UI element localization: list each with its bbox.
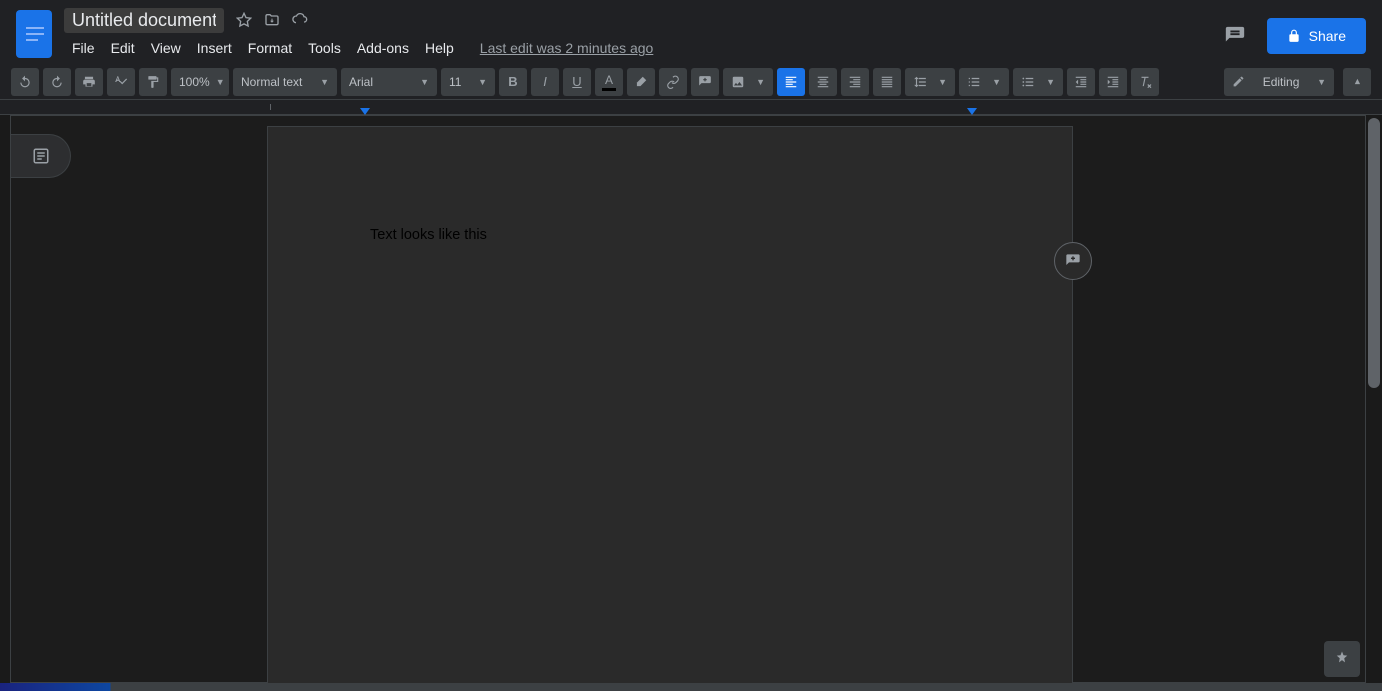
align-justify-button[interactable]	[873, 68, 901, 96]
document-body-text[interactable]: Text looks like this	[370, 227, 487, 243]
bulleted-list-button[interactable]: ▼	[1013, 68, 1063, 96]
document-outline-toggle[interactable]	[11, 134, 71, 178]
chevron-down-icon: ▼	[938, 77, 947, 87]
menu-insert[interactable]: Insert	[189, 36, 240, 60]
font-value: Arial	[349, 75, 373, 89]
os-taskbar[interactable]	[0, 683, 1382, 691]
last-edit-link[interactable]: Last edit was 2 minutes ago	[480, 40, 654, 56]
line-spacing-button[interactable]: ▼	[905, 68, 955, 96]
undo-button[interactable]	[11, 68, 39, 96]
redo-button[interactable]	[43, 68, 71, 96]
underline-button[interactable]: U	[563, 68, 591, 96]
toolbar: 100%▼ Normal text▼ Arial▼ 11▼ B I U A ▼ …	[0, 64, 1382, 100]
right-indent-marker[interactable]	[967, 108, 977, 115]
highlight-button[interactable]	[627, 68, 655, 96]
chevron-down-icon: ▼	[756, 77, 765, 87]
left-indent-marker[interactable]	[360, 108, 370, 115]
chevron-down-icon: ▼	[992, 77, 1001, 87]
document-title-input[interactable]	[64, 8, 224, 33]
menu-format[interactable]: Format	[240, 36, 300, 60]
zoom-select[interactable]: 100% ▼	[171, 68, 229, 96]
chevron-down-icon: ▼	[478, 77, 487, 87]
collapse-toolbar-button[interactable]: ▼	[1343, 68, 1371, 96]
mode-value: Editing	[1263, 75, 1300, 89]
font-size-select[interactable]: 11 ▼	[441, 68, 495, 96]
menu-edit[interactable]: Edit	[103, 36, 143, 60]
insert-image-button[interactable]: ▼	[723, 68, 773, 96]
docs-logo[interactable]	[16, 10, 52, 58]
increase-indent-button[interactable]	[1099, 68, 1127, 96]
vertical-scrollbar[interactable]	[1368, 118, 1380, 388]
menu-bar: File Edit View Insert Format Tools Add-o…	[64, 34, 1217, 62]
align-center-button[interactable]	[809, 68, 837, 96]
align-right-button[interactable]	[841, 68, 869, 96]
horizontal-ruler[interactable]	[0, 100, 1382, 115]
header-main: File Edit View Insert Format Tools Add-o…	[64, 6, 1217, 62]
chevron-down-icon: ▼	[1046, 77, 1055, 87]
chevron-down-icon: ▼	[216, 77, 225, 87]
menu-view[interactable]: View	[143, 36, 189, 60]
size-value: 11	[449, 75, 461, 89]
editing-mode-select[interactable]: Editing ▼	[1224, 68, 1334, 96]
chevron-down-icon: ▼	[1317, 77, 1326, 87]
menu-file[interactable]: File	[64, 36, 103, 60]
text-color-button[interactable]: A	[595, 68, 623, 96]
paragraph-style-select[interactable]: Normal text ▼	[233, 68, 337, 96]
decrease-indent-button[interactable]	[1067, 68, 1095, 96]
chevron-down-icon: ▼	[420, 77, 429, 87]
canvas-background: Text looks like this	[10, 115, 1366, 683]
print-button[interactable]	[75, 68, 103, 96]
menu-help[interactable]: Help	[417, 36, 462, 60]
document-page[interactable]: Text looks like this	[267, 126, 1073, 683]
explore-button[interactable]	[1324, 641, 1360, 677]
cloud-status-icon[interactable]	[292, 12, 308, 28]
bold-button[interactable]: B	[499, 68, 527, 96]
editor-canvas: Text looks like this	[0, 115, 1382, 683]
insert-link-button[interactable]	[659, 68, 687, 96]
add-comment-floating-button[interactable]	[1054, 242, 1092, 280]
header-right: Share	[1217, 18, 1366, 54]
open-comments-button[interactable]	[1217, 18, 1253, 54]
paint-format-button[interactable]	[139, 68, 167, 96]
chevron-down-icon: ▼	[320, 77, 329, 87]
font-select[interactable]: Arial ▼	[341, 68, 437, 96]
pencil-icon	[1232, 75, 1245, 88]
title-row	[64, 6, 1217, 34]
menu-tools[interactable]: Tools	[300, 36, 349, 60]
star-icon[interactable]	[236, 12, 252, 28]
italic-button[interactable]: I	[531, 68, 559, 96]
move-folder-icon[interactable]	[264, 12, 280, 28]
lock-icon	[1287, 29, 1301, 43]
add-comment-toolbar-button[interactable]	[691, 68, 719, 96]
clear-formatting-button[interactable]	[1131, 68, 1159, 96]
style-value: Normal text	[241, 75, 302, 89]
app-header: File Edit View Insert Format Tools Add-o…	[0, 0, 1382, 64]
checklist-button[interactable]: ▼	[959, 68, 1009, 96]
align-left-button[interactable]	[777, 68, 805, 96]
zoom-value: 100%	[179, 75, 210, 89]
share-label: Share	[1309, 28, 1346, 44]
title-icons	[236, 12, 308, 28]
share-button[interactable]: Share	[1267, 18, 1366, 54]
menu-addons[interactable]: Add-ons	[349, 36, 417, 60]
spellcheck-button[interactable]	[107, 68, 135, 96]
